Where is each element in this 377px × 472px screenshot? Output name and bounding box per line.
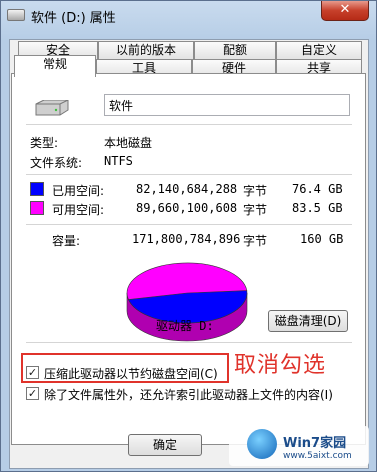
filesystem-value: NTFS [104,154,133,168]
used-space-swatch [30,182,44,196]
properties-window: 软件 (D:) 属性 ✕ 安全 以前的版本 配额 自定义 常规 工具 硬件 共享… [0,0,377,472]
index-label: 除了文件属性外，还允许索引此驱动器上文件的内容(I) [44,388,333,402]
watermark-logo-icon [247,429,277,459]
used-space-label: 已用空间: [52,184,105,198]
watermark-title: Win7家园 [283,436,347,451]
free-space-bytes: 89,660,100,608 [136,201,238,215]
tab-general[interactable]: 常规 [14,55,96,77]
highlight-box [21,353,229,383]
used-space-size: 76.4 GB [292,182,343,196]
divider [26,342,352,343]
capacity-size: 160 GB [300,232,344,246]
capacity-label: 容量: [52,234,81,248]
drive-label: 驱动器 D: [156,319,214,333]
divider [26,224,352,225]
filesystem-label: 文件系统: [30,156,83,170]
tab-customize[interactable]: 自定义 [276,41,362,59]
annotation-text: 取消勾选 [234,353,327,378]
used-space-unit: 字节 [243,184,268,198]
drive-name-input[interactable] [104,94,350,116]
tab-previous-versions[interactable]: 以前的版本 [98,41,194,59]
disk-cleanup-button[interactable]: 磁盘清理(D) [268,310,348,332]
type-label: 类型: [30,136,59,150]
divider [26,124,352,125]
hard-drive-icon [35,100,69,116]
capacity-unit: 字节 [243,234,268,248]
free-space-swatch [30,201,44,215]
used-space-bytes: 82,140,684,288 [136,182,238,196]
general-tab-page: 类型: 本地磁盘 文件系统: NTFS 已用空间: 82,140,684,288… [11,73,366,456]
index-checkbox[interactable]: ✓ [26,387,39,400]
capacity-bytes: 171,800,784,896 [132,232,241,246]
title-bar[interactable]: 软件 (D:) 属性 ✕ [1,1,376,31]
free-space-size: 83.5 GB [292,201,343,215]
divider [26,174,352,175]
ok-button[interactable]: 确定 [128,434,202,456]
drive-icon [7,9,25,21]
watermark-url: www.5aixt.com [283,451,352,461]
window-title: 软件 (D:) 属性 [31,11,116,26]
close-button[interactable]: ✕ [321,1,369,21]
tab-quota[interactable]: 配额 [194,41,276,59]
type-value: 本地磁盘 [104,136,153,150]
free-space-unit: 字节 [243,203,268,217]
free-space-label: 可用空间: [52,203,105,217]
